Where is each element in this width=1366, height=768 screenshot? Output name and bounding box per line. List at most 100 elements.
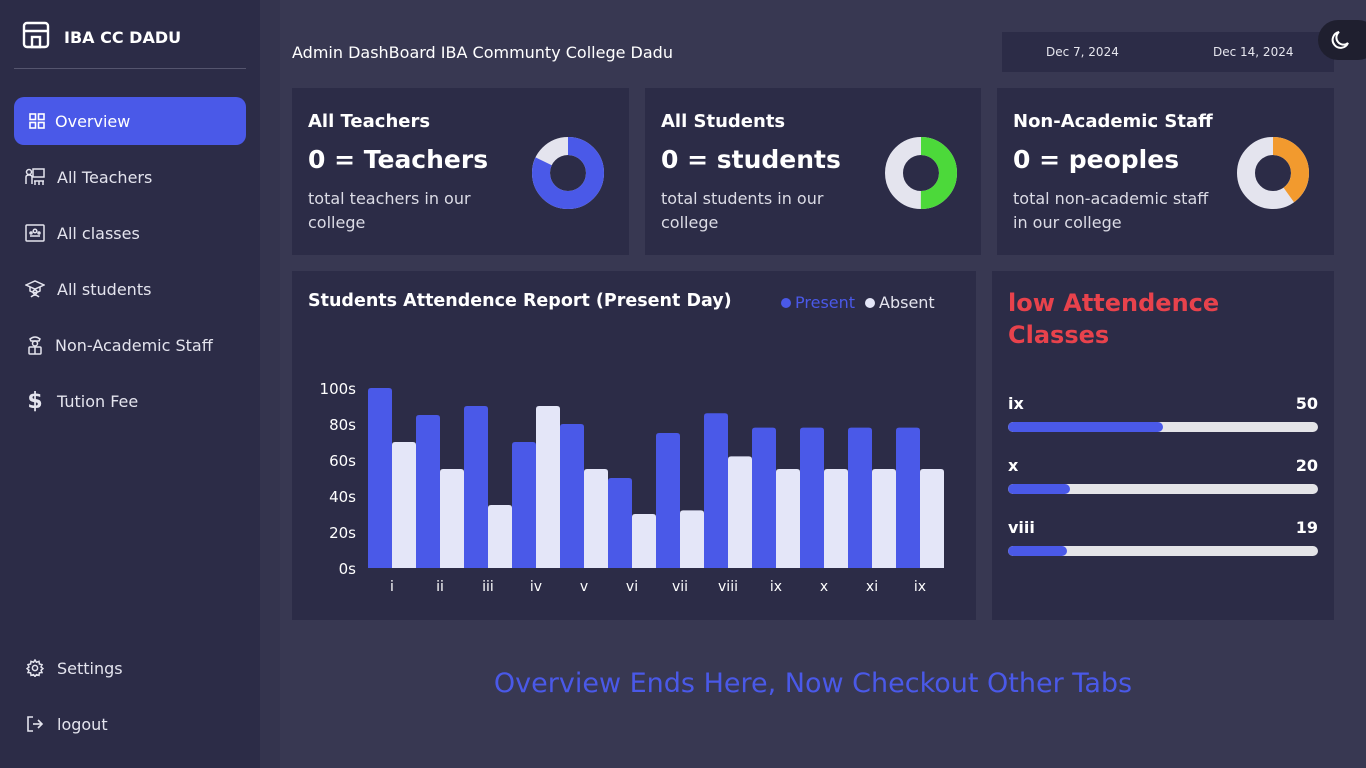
progress-fill <box>1008 422 1163 432</box>
bar-present <box>560 424 584 568</box>
stat-value: 0 = students <box>661 145 841 174</box>
staff-donut-chart <box>1237 137 1309 209</box>
stat-title: All Teachers <box>308 111 431 132</box>
class-label: viii <box>1008 518 1035 537</box>
sidebar-item-logout[interactable]: logout <box>14 700 246 748</box>
attendance-bar-chart: 0s20s40s60s80s100si ii iii iv v vi vii viii ix x x… <box>320 380 944 595</box>
sidebar-item-all-students[interactable]: All students <box>14 265 246 313</box>
low-attendance-row: viii 19 <box>1008 518 1318 558</box>
bar-present <box>896 427 920 568</box>
moon-icon <box>1331 31 1349 49</box>
class-value: 20 <box>1295 456 1318 475</box>
x-tick-label: iii <box>482 579 494 595</box>
sidebar-item-label: Tution Fee <box>57 391 139 411</box>
low-attendance-row: x 20 <box>1008 456 1318 496</box>
sidebar-item-settings[interactable]: Settings <box>14 644 246 692</box>
x-tick-label: viii <box>718 579 738 595</box>
low-attendance-row: ix 50 <box>1008 394 1318 434</box>
bar-present <box>608 478 632 568</box>
graduation-cap-icon <box>24 278 46 300</box>
bar-present <box>656 433 680 568</box>
sidebar-item-tution-fee[interactable]: $ Tution Fee <box>14 377 246 425</box>
x-tick-label: iv <box>530 579 542 595</box>
date-end[interactable]: Dec 14, 2024 <box>1213 45 1293 59</box>
bar-present <box>800 427 824 568</box>
grid-icon <box>26 110 48 132</box>
attendance-chart-card: 0s 20s 40s 60s 80s 100s i ii iii iv v vi vii viii ix x x… <box>292 271 976 620</box>
low-attendance-card: low Attendence Classes ix 50 x 20 viii 1… <box>992 271 1334 620</box>
sidebar-item-all-teachers[interactable]: All Teachers <box>14 153 246 201</box>
date-start[interactable]: Dec 7, 2024 <box>1046 45 1119 59</box>
stat-card-teachers: All Teachers 0 = Teachers total teachers… <box>292 88 629 255</box>
date-range-picker[interactable]: Dec 7, 2024 Dec 14, 2024 <box>1002 32 1334 72</box>
x-tick-label: vi <box>626 579 638 595</box>
x-tick-label: ii <box>436 579 444 595</box>
progress-track <box>1008 484 1318 494</box>
bar-absent <box>392 442 416 568</box>
bar-absent <box>584 469 608 568</box>
x-tick-label: vii <box>672 579 688 595</box>
bar-present <box>704 413 728 568</box>
sidebar-item-non-academic-staff[interactable]: Non-Academic Staff <box>14 321 246 369</box>
bar-absent <box>680 510 704 568</box>
y-tick-label: 60s <box>329 452 356 470</box>
progress-track <box>1008 546 1318 556</box>
legend-present[interactable]: Present <box>781 293 855 312</box>
stat-card-students: All Students 0 = students total students… <box>645 88 981 255</box>
x-tick-label: ix <box>914 579 926 595</box>
x-tick-label: i <box>390 579 394 595</box>
class-value: 19 <box>1295 518 1318 537</box>
theme-toggle-button[interactable] <box>1318 20 1366 60</box>
x-tick-label: x <box>820 579 828 595</box>
class-label: ix <box>1008 394 1024 413</box>
sidebar-item-label: Overview <box>55 111 131 131</box>
sidebar-item-overview[interactable]: Overview <box>14 97 246 145</box>
stat-card-non-academic-staff: Non-Academic Staff 0 = peoples total non… <box>997 88 1334 255</box>
classroom-icon <box>24 222 46 244</box>
legend-label: Absent <box>879 293 935 312</box>
legend-label: Present <box>795 293 856 312</box>
y-tick-label: 80s <box>329 416 356 434</box>
bar-present <box>464 406 488 568</box>
bar-absent <box>824 469 848 568</box>
stat-description: total students in our college <box>661 189 824 232</box>
sidebar-item-all-classes[interactable]: All classes <box>14 209 246 257</box>
progress-fill <box>1008 484 1070 494</box>
legend-absent[interactable]: Absent <box>865 293 935 312</box>
bar-absent <box>536 406 560 568</box>
bar-absent <box>440 469 464 568</box>
sidebar-item-label: All classes <box>57 223 140 243</box>
sidebar-item-label: Settings <box>57 658 123 678</box>
stat-value: 0 = Teachers <box>308 145 489 174</box>
class-value: 50 <box>1295 394 1318 413</box>
bar-present <box>512 442 536 568</box>
class-label: x <box>1008 456 1019 475</box>
dollar-icon: $ <box>27 388 43 414</box>
students-donut-chart <box>885 137 957 209</box>
stat-title: Non-Academic Staff <box>1013 111 1213 132</box>
gear-icon <box>24 657 46 679</box>
sidebar-item-label: logout <box>57 714 108 734</box>
sidebar: IBA CC DADU Overview All Teachers All cl… <box>0 0 260 768</box>
bar-present <box>416 415 440 568</box>
sidebar-item-label: All Teachers <box>57 167 153 187</box>
stat-title: All Students <box>661 111 786 132</box>
bar-absent <box>728 456 752 568</box>
stat-description: total teachers in our college <box>308 189 471 232</box>
legend-dot <box>781 297 791 308</box>
x-tick-label: xi <box>866 579 878 595</box>
progress-track <box>1008 422 1318 432</box>
chart-title: Students Attendence Report (Present Day) <box>308 291 732 311</box>
logout-icon <box>24 713 46 735</box>
overview-end-note: Overview Ends Here, Now Checkout Other T… <box>493 668 1133 699</box>
y-tick-label: 100s <box>320 380 357 398</box>
bar-present <box>848 427 872 568</box>
brand[interactable]: IBA CC DADU <box>14 0 246 69</box>
bar-absent <box>872 469 896 568</box>
x-tick-label: ix <box>770 579 782 595</box>
page-title: Admin DashBoard IBA Communty College Dad… <box>292 43 673 62</box>
legend-dot <box>865 297 875 308</box>
stat-description: total non-academic staff in our college <box>1013 189 1209 232</box>
stat-value: 0 = peoples <box>1013 145 1180 174</box>
x-tick-label: v <box>580 579 588 595</box>
